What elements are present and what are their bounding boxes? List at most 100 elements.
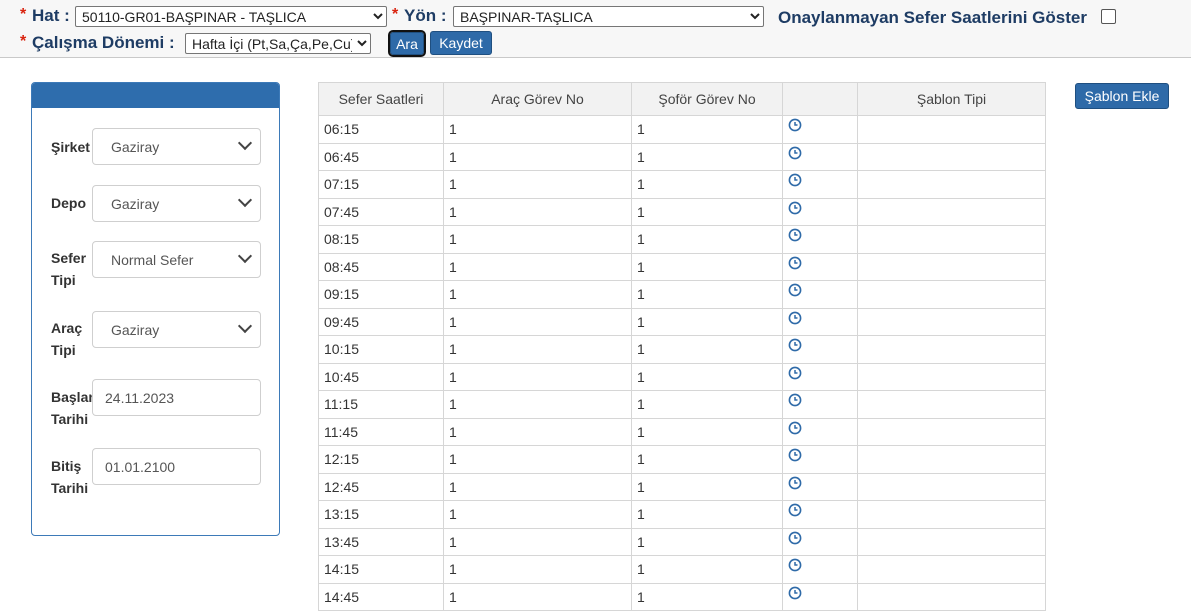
table-row: 12:15 1 1 <box>318 445 1046 474</box>
cell-arac-gorev-no: 1 <box>443 280 632 309</box>
clock-icon[interactable] <box>788 283 802 300</box>
table-row: 09:45 1 1 <box>318 307 1046 336</box>
required-mark: * <box>392 6 399 23</box>
cell-sefer-saati: 10:45 <box>318 362 444 391</box>
cell-sablon-tipi <box>857 115 1046 144</box>
cell-sablon-tipi <box>857 445 1046 474</box>
cell-sefer-saati: 11:15 <box>318 390 444 419</box>
cell-sofor-gorev-no: 1 <box>631 252 783 281</box>
depo-select[interactable]: Gaziray <box>92 185 261 222</box>
cell-sablon-tipi <box>857 362 1046 391</box>
table-row: 11:45 1 1 <box>318 417 1046 446</box>
chevron-down-icon <box>237 135 253 151</box>
clock-icon[interactable] <box>788 476 802 493</box>
baslangic-tarihi-label: BaşlangıçTarihi <box>51 389 93 427</box>
cell-sofor-gorev-no: 1 <box>631 280 783 309</box>
clock-icon[interactable] <box>788 338 802 355</box>
clock-icon[interactable] <box>788 146 802 163</box>
table-row: 14:15 1 1 <box>318 555 1046 584</box>
sefer-tipi-label: Sefer Tipi <box>51 250 87 288</box>
sirket-label: Şirket <box>51 139 90 155</box>
header-sablon-tipi: Şablon Tipi <box>857 82 1046 116</box>
cell-sofor-gorev-no: 1 <box>631 472 783 501</box>
cell-actions <box>782 225 858 254</box>
sefer-tipi-select[interactable]: Normal Sefer <box>92 241 261 278</box>
clock-icon[interactable] <box>788 366 802 383</box>
cell-arac-gorev-no: 1 <box>443 115 632 144</box>
baslangic-tarihi-input[interactable]: 24.11.2023 <box>92 379 261 416</box>
cell-arac-gorev-no: 1 <box>443 252 632 281</box>
cell-arac-gorev-no: 1 <box>443 472 632 501</box>
onay-checkbox[interactable] <box>1101 9 1116 24</box>
cell-sefer-saati: 08:45 <box>318 252 444 281</box>
table-row: 12:45 1 1 <box>318 472 1046 501</box>
ara-button[interactable]: Ara <box>388 30 426 57</box>
bitis-tarihi-input[interactable]: 01.01.2100 <box>92 448 261 485</box>
cell-actions <box>782 362 858 391</box>
cell-arac-gorev-no: 1 <box>443 417 632 446</box>
donem-select[interactable]: Hafta İçi (Pt,Sa,Ça,Pe,Cu) <box>185 33 371 54</box>
cell-sefer-saati: 14:45 <box>318 582 444 611</box>
cell-sefer-saati: 10:15 <box>318 335 444 364</box>
depo-value: Gaziray <box>111 196 160 212</box>
cell-actions <box>782 280 858 309</box>
cell-sofor-gorev-no: 1 <box>631 500 783 529</box>
cell-actions <box>782 115 858 144</box>
cell-sefer-saati: 07:45 <box>318 197 444 226</box>
clock-icon[interactable] <box>788 228 802 245</box>
bitis-tarihi-label: Bitiş Tarihi <box>51 458 89 496</box>
cell-sefer-saati: 14:15 <box>318 555 444 584</box>
clock-icon[interactable] <box>788 448 802 465</box>
filter-panel: Şirket Gaziray Depo Gaziray Sefer Tipi No… <box>31 82 280 536</box>
required-mark: * <box>20 6 27 23</box>
onay-label: Onaylanmayan Sefer Saatlerini Göster <box>778 8 1087 27</box>
cell-sefer-saati: 09:45 <box>318 307 444 336</box>
sablon-ekle-button[interactable]: Şablon Ekle <box>1075 83 1169 109</box>
clock-icon[interactable] <box>788 118 802 135</box>
cell-sefer-saati: 12:15 <box>318 445 444 474</box>
kaydet-button[interactable]: Kaydet <box>430 31 492 55</box>
clock-icon[interactable] <box>788 393 802 410</box>
table-row: 10:15 1 1 <box>318 335 1046 364</box>
cell-arac-gorev-no: 1 <box>443 362 632 391</box>
cell-actions <box>782 472 858 501</box>
yon-select[interactable]: BAŞPINAR-TAŞLICA <box>453 6 764 27</box>
clock-icon[interactable] <box>788 256 802 273</box>
table-row: 13:45 1 1 <box>318 527 1046 556</box>
cell-sofor-gorev-no: 1 <box>631 197 783 226</box>
clock-icon[interactable] <box>788 173 802 190</box>
clock-icon[interactable] <box>788 503 802 520</box>
clock-icon[interactable] <box>788 558 802 575</box>
cell-actions <box>782 197 858 226</box>
clock-icon[interactable] <box>788 531 802 548</box>
hat-select[interactable]: 50110-GR01-BAŞPINAR - TAŞLICA <box>75 6 387 27</box>
cell-sofor-gorev-no: 1 <box>631 225 783 254</box>
cell-arac-gorev-no: 1 <box>443 335 632 364</box>
cell-sefer-saati: 08:15 <box>318 225 444 254</box>
clock-icon[interactable] <box>788 201 802 218</box>
cell-actions <box>782 307 858 336</box>
clock-icon[interactable] <box>788 586 802 603</box>
donem-label: Çalışma Dönemi : <box>32 33 175 52</box>
arac-tipi-select[interactable]: Gaziray <box>92 311 261 348</box>
clock-icon[interactable] <box>788 311 802 328</box>
cell-sofor-gorev-no: 1 <box>631 390 783 419</box>
sefer-tipi-value: Normal Sefer <box>111 252 194 268</box>
required-mark: * <box>20 33 27 50</box>
header-arac-gorev-no: Araç Görev No <box>443 82 632 116</box>
panel-header <box>32 83 279 108</box>
clock-icon[interactable] <box>788 421 802 438</box>
cell-sefer-saati: 09:15 <box>318 280 444 309</box>
cell-sefer-saati: 06:45 <box>318 142 444 171</box>
cell-sofor-gorev-no: 1 <box>631 362 783 391</box>
arac-tipi-value: Gaziray <box>111 322 160 338</box>
table-row: 08:15 1 1 <box>318 225 1046 254</box>
table-row: 08:45 1 1 <box>318 252 1046 281</box>
cell-actions <box>782 445 858 474</box>
sirket-select[interactable]: Gaziray <box>92 128 261 165</box>
filter-bar: * Hat : 50110-GR01-BAŞPINAR - TAŞLICA * … <box>0 0 1191 58</box>
cell-actions <box>782 582 858 611</box>
cell-sofor-gorev-no: 1 <box>631 445 783 474</box>
cell-sefer-saati: 12:45 <box>318 472 444 501</box>
chevron-down-icon <box>237 248 253 264</box>
